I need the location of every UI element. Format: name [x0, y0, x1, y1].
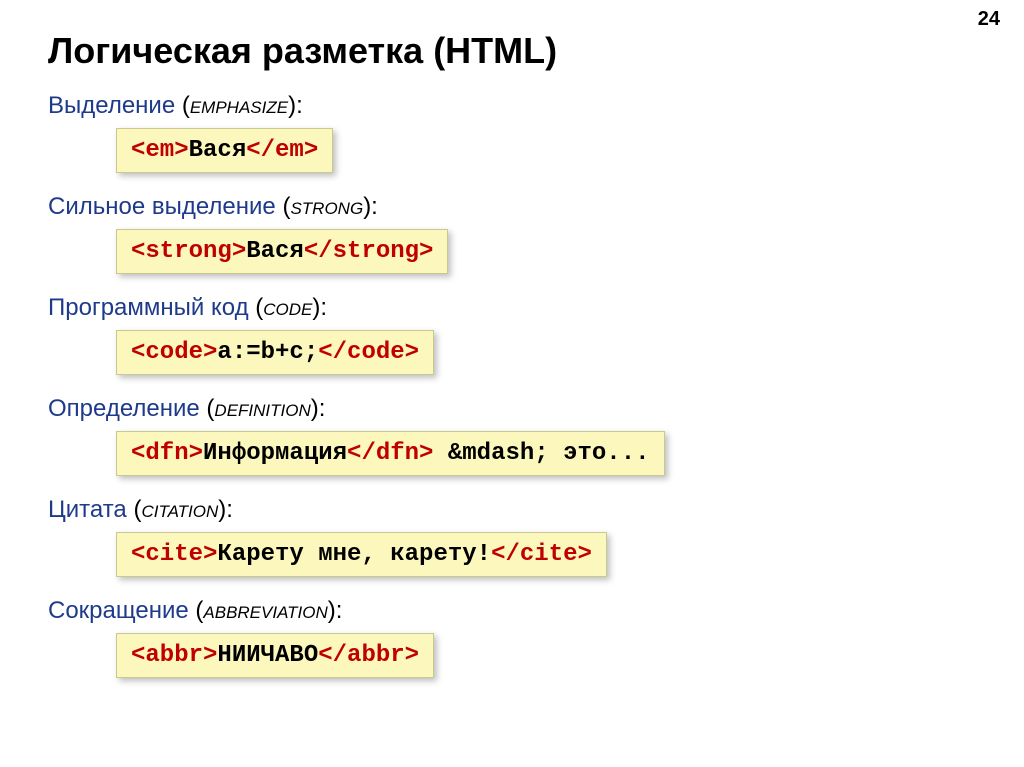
code-example-code: <code>a:=b+c;</code> [116, 330, 434, 375]
code-example-cite: <cite>Карету мне, карету!</cite> [116, 532, 607, 577]
label-native: Цитата [48, 496, 127, 523]
label-eng: strong [290, 193, 363, 220]
code-example-strong: <strong>Вася</strong> [116, 229, 448, 274]
label-native: Сильное выделение [48, 193, 276, 220]
label-eng: abbreviation [203, 597, 327, 624]
slide-content: Логическая разметка (HTML) Выделение (em… [0, 0, 1024, 684]
slide-title: Логическая разметка (HTML) [48, 30, 976, 72]
section-label-abbreviation: Сокращение (abbreviation): [48, 597, 976, 625]
label-native: Определение [48, 395, 200, 422]
label-native: Сокращение [48, 597, 189, 624]
label-eng: emphasize [190, 92, 288, 119]
label-eng: citation [141, 496, 218, 523]
section-label-strong: Сильное выделение (strong): [48, 193, 976, 221]
page-number: 24 [978, 8, 1000, 31]
section-label-code: Программный код (code): [48, 294, 976, 322]
label-native: Программный код [48, 294, 249, 321]
section-label-definition: Определение (definition): [48, 395, 976, 423]
label-native: Выделение [48, 92, 175, 119]
label-eng: definition [214, 395, 310, 422]
code-example-em: <em>Вася</em> [116, 128, 333, 173]
section-label-citation: Цитата (citation): [48, 496, 976, 524]
code-example-dfn: <dfn>Информация</dfn> &mdash; это... [116, 431, 665, 476]
section-label-emphasize: Выделение (emphasize): [48, 92, 976, 120]
code-example-abbr: <abbr>НИИЧАВО</abbr> [116, 633, 434, 678]
label-eng: code [263, 294, 312, 321]
